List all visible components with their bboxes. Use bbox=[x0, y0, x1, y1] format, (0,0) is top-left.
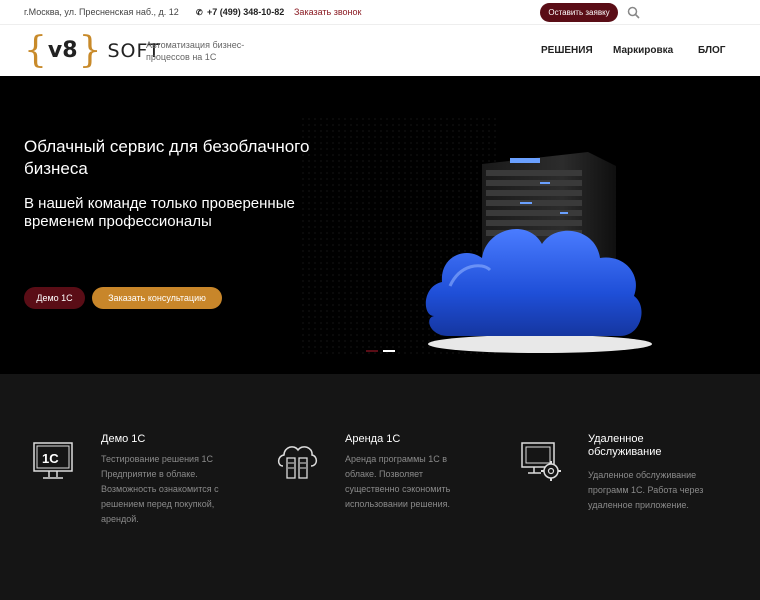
feature-rent-title: Аренда 1С bbox=[345, 433, 401, 445]
nav-item-marking[interactable]: Маркировка bbox=[613, 45, 673, 56]
hero-banner: Облачный сервис для безоблачного бизнеса… bbox=[0, 76, 760, 374]
logo-v8: v8 bbox=[47, 38, 78, 63]
feature-rent-desc: Аренда программы 1С в облаке. Позволяет … bbox=[345, 454, 451, 509]
tagline: Автоматизация бизнес-процессов на 1С bbox=[146, 40, 245, 62]
consultation-button[interactable]: Заказать консультацию bbox=[92, 287, 222, 309]
top-bar: г.Москва, ул. Пресненская наб., д. 12 ✆ +… bbox=[0, 0, 760, 25]
phone-icon: ✆ bbox=[196, 8, 203, 17]
apply-button[interactable]: Оставить заявку bbox=[540, 3, 618, 22]
feature-demo-title: Демо 1С bbox=[101, 433, 146, 445]
feature-remote-title: Удаленное обслуживание bbox=[588, 433, 662, 458]
nav-item-solutions[interactable]: РЕШЕНИЯ bbox=[541, 45, 593, 56]
hero-title: Облачный сервис для безоблачного бизнеса bbox=[24, 137, 310, 178]
feature-demo-desc: Тестирование решения 1С Предприятие в об… bbox=[101, 454, 219, 524]
features-section: 1С Демо 1С Тестирование решения 1С Предп… bbox=[0, 374, 760, 600]
callback-link[interactable]: Заказать звонок bbox=[294, 7, 361, 17]
nav-item-blog[interactable]: БЛОГ bbox=[698, 45, 725, 56]
monitor-gear-icon bbox=[521, 442, 561, 481]
slider-dot-2[interactable] bbox=[383, 350, 395, 352]
address-text: г.Москва, ул. Пресненская наб., д. 12 bbox=[24, 7, 179, 17]
cloud-server-illustration bbox=[425, 152, 652, 353]
logo-brace-left: { bbox=[24, 30, 47, 71]
site-logo[interactable]: { v8 } SOFT bbox=[24, 31, 161, 71]
demo-button[interactable]: Демо 1С bbox=[24, 287, 85, 309]
phone-number: +7 (499) 348-10-82 bbox=[207, 7, 285, 17]
main-header: { v8 } SOFT Автоматизация бизнес-процесс… bbox=[0, 25, 760, 76]
slider-dot-1[interactable] bbox=[366, 350, 378, 352]
svg-text:1С: 1С bbox=[42, 451, 59, 466]
phone-link[interactable]: ✆ +7 (499) 348-10-82 bbox=[196, 7, 284, 17]
search-icon[interactable] bbox=[627, 6, 640, 19]
cloud-servers-icon bbox=[277, 446, 318, 479]
hero-subtitle: В нашей команде только проверенные време… bbox=[24, 195, 295, 230]
monitor-1c-icon: 1С bbox=[33, 442, 73, 479]
feature-remote-desc: Удаленное обслуживание программ 1С. Рабо… bbox=[588, 470, 704, 510]
logo-brace-right: } bbox=[78, 30, 102, 71]
